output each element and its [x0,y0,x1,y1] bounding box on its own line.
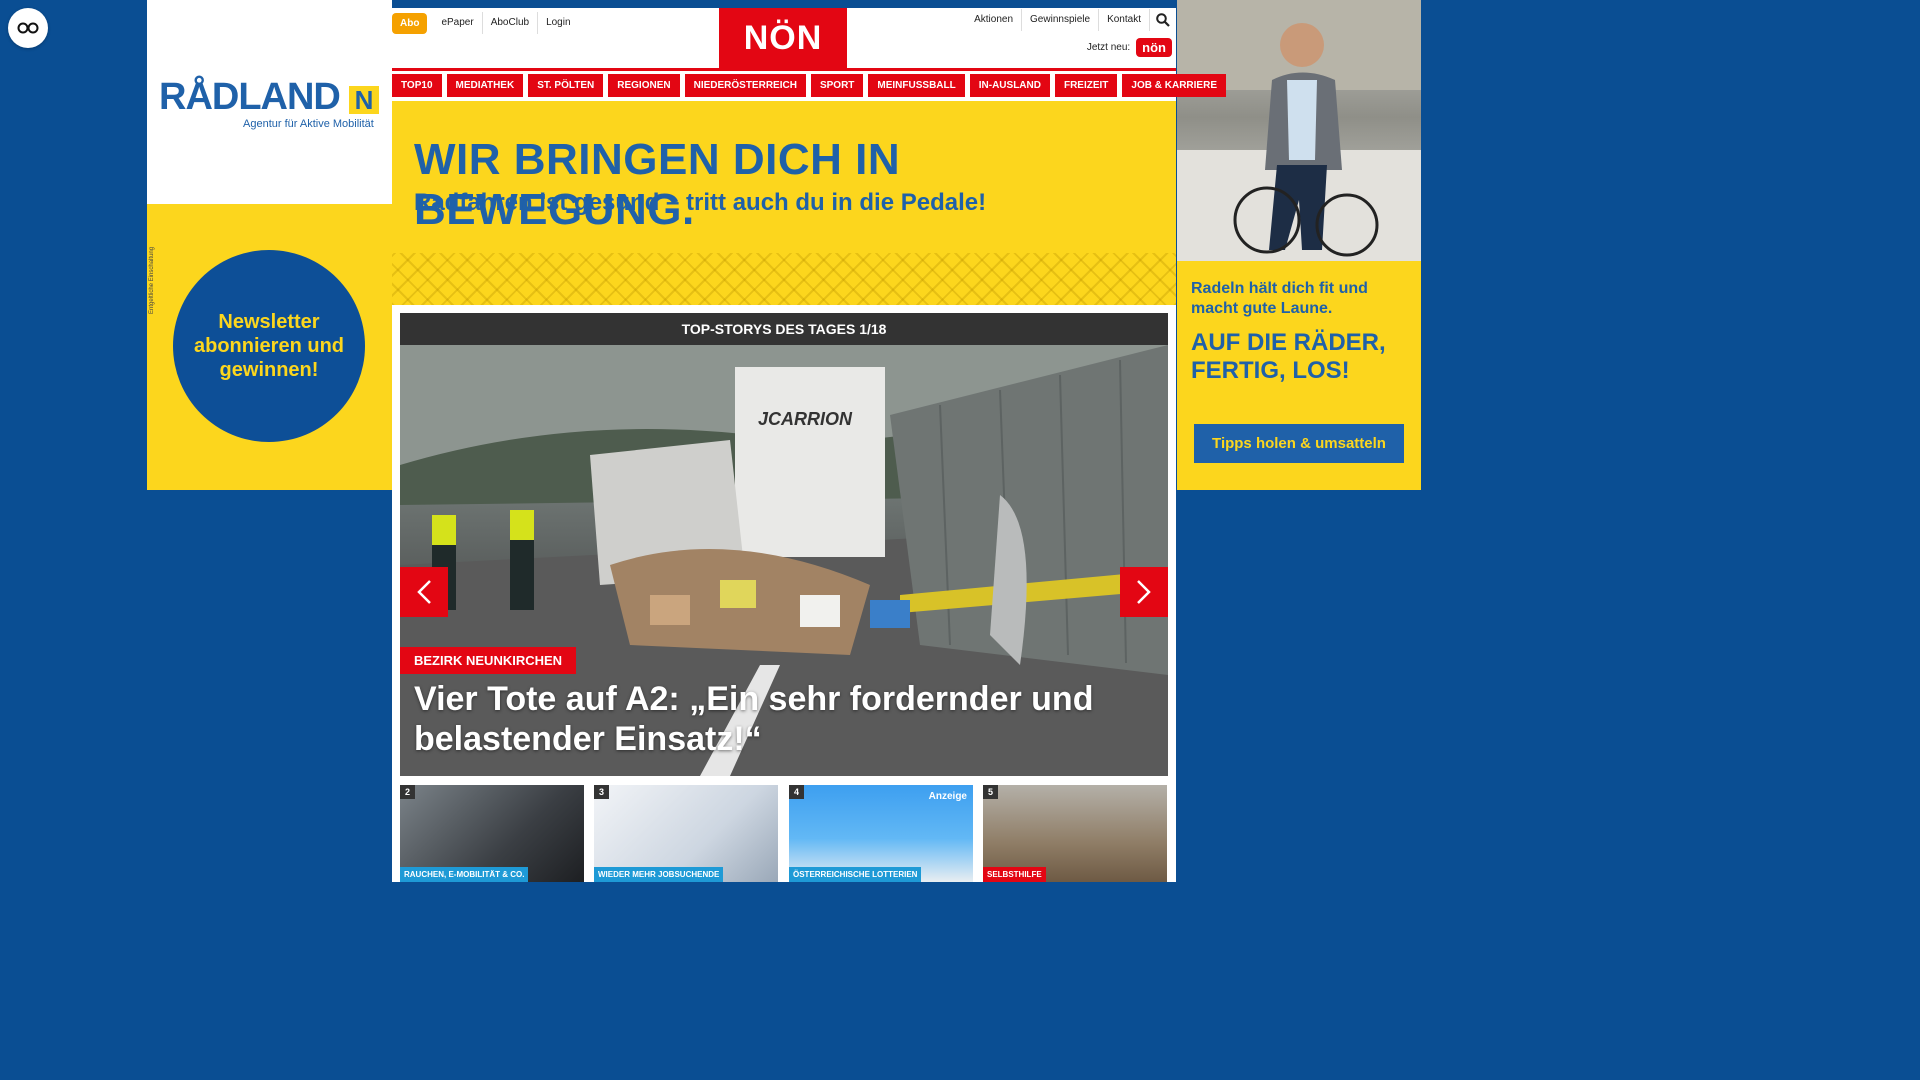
story-thumbnails: 2 RAUCHEN, E-MOBILITÄT & CO. 3 WIEDER ME… [400,785,1168,882]
cyclist-photo [1177,0,1421,261]
slider-heading: TOP-STORYS DES TAGES 1/18 [400,313,1168,345]
abo-button[interactable]: Abo [392,12,428,34]
radland-logo-subtitle: Agentur für Aktive Mobilität [243,118,374,130]
slider-next-button[interactable] [1120,567,1168,617]
thumb-number: 4 [789,785,805,799]
nav-item-sport[interactable]: SPORT [810,74,864,97]
nav-item-regionen[interactable]: REGIONEN [608,74,680,97]
thumb-number: 5 [983,785,999,799]
non-logo[interactable]: NÖN [719,8,847,68]
accessibility-button[interactable] [8,8,48,48]
radland-logo: RÅDLAND N Agentur für Aktive Mobilität [159,72,384,134]
top-banner-ad[interactable]: WIR BRINGEN DICH IN BEWEGUNG. Radfahren … [392,101,1176,305]
nav-item-niederoesterreich[interactable]: NIEDERÖSTERREICH [684,74,806,97]
story-thumb-4[interactable]: 4 Anzeige ÖSTERREICHISCHE LOTTERIEN [789,785,973,882]
story-thumb-2[interactable]: 2 RAUCHEN, E-MOBILITÄT & CO. [400,785,584,882]
top-blue-bar [392,0,1176,8]
thumb-number: 2 [400,785,416,799]
nav-item-job-karriere[interactable]: JOB & KARRIERE [1122,74,1226,97]
banner-headline: WIR BRINGEN DICH IN BEWEGUNG. [414,135,901,234]
thumb-category: SELBSTHILFE [983,867,1046,882]
kontakt-link[interactable]: Kontakt [1098,9,1149,31]
ad-badge: Anzeige [928,791,967,802]
top-stories-slider: TOP-STORYS DES TAGES 1/18 JCARRION BEZIR… [400,313,1168,776]
header-divider [392,68,1176,71]
thumb-category: ÖSTERREICHISCHE LOTTERIEN [789,867,922,882]
story-category-tag[interactable]: BEZIRK NEUNKIRCHEN [400,647,577,674]
banner-pattern [392,253,1176,305]
aboclub-link[interactable]: AboClub [481,12,537,34]
header-right-links: Aktionen Gewinnspiele Kontakt [966,8,1176,32]
jetzt-neu-badge[interactable]: nön [1136,38,1172,57]
nav-item-top10[interactable]: TOP10 [392,74,442,97]
right-ad-line2: AUF DIE RÄDER, FERTIG, LOS! [1191,329,1386,384]
nav-item-mediathek[interactable]: MEDIATHEK [446,74,524,97]
story-thumb-5[interactable]: 5 SELBSTHILFE [983,785,1167,882]
radland-logo-badge: N [349,85,379,115]
story-thumb-3[interactable]: 3 WIEDER MEHR JOBSUCHENDE [594,785,778,882]
radland-logo-text: RÅDLAND [159,76,341,118]
story-headline[interactable]: Vier Tote auf A2: „Ein sehr fordernder u… [414,679,1154,759]
newsletter-panel: Entgeltliche Einschaltung Newsletter abo… [147,204,392,490]
epaper-link[interactable]: ePaper [433,12,481,34]
login-link[interactable]: Login [537,12,578,34]
truck-lettering: JCARRION [758,409,853,429]
ad-disclaimer: Entgeltliche Einschaltung [149,246,155,314]
nav-item-st-poelten[interactable]: ST. PÖLTEN [528,74,604,97]
main-content: Abo ePaper AboClub Login NÖN Aktionen Ge… [392,0,1226,882]
slider-prev-button[interactable] [400,567,448,617]
thumb-category: WIEDER MEHR JOBSUCHENDE [594,867,724,882]
meta-navigation: Abo ePaper AboClub Login [392,12,579,34]
tips-button[interactable]: Tipps holen & umsatteln [1194,424,1404,463]
right-ad-text-panel: Radeln hält dich fit und macht gute Laun… [1177,261,1421,490]
glasses-icon [17,22,39,34]
newsletter-text: Newsletter abonnieren und gewinnen! [194,311,344,381]
nav-item-meinfussball[interactable]: MEINFUSSBALL [868,74,965,97]
main-navigation: TOP10 MEDIATHEK ST. PÖLTEN REGIONEN NIED… [392,74,1226,97]
nav-item-in-ausland[interactable]: IN-AUSLAND [969,74,1050,97]
jetzt-neu-label: Jetzt neu: [1086,42,1131,53]
search-icon [1156,13,1170,27]
thumb-number: 3 [594,785,610,799]
search-button[interactable] [1149,9,1176,31]
chevron-left-icon [417,580,431,604]
left-advertisement[interactable]: RÅDLAND N Agentur für Aktive Mobilität E… [147,0,392,490]
newsletter-button[interactable]: Newsletter abonnieren und gewinnen! [173,250,365,442]
jetzt-neu: Jetzt neu: nön [1087,38,1172,57]
radland-logo-box: RÅDLAND N Agentur für Aktive Mobilität [147,0,392,204]
nav-item-freizeit[interactable]: FREIZEIT [1054,74,1118,97]
gewinnspiele-link[interactable]: Gewinnspiele [1021,9,1098,31]
banner-subline: Radfahren ist gesund – tritt auch du in … [414,189,987,216]
thumb-category: RAUCHEN, E-MOBILITÄT & CO. [400,867,529,882]
chevron-right-icon [1137,580,1151,604]
right-ad-line1: Radeln hält dich fit und macht gute Laun… [1191,280,1368,317]
aktionen-link[interactable]: Aktionen [966,9,1021,31]
